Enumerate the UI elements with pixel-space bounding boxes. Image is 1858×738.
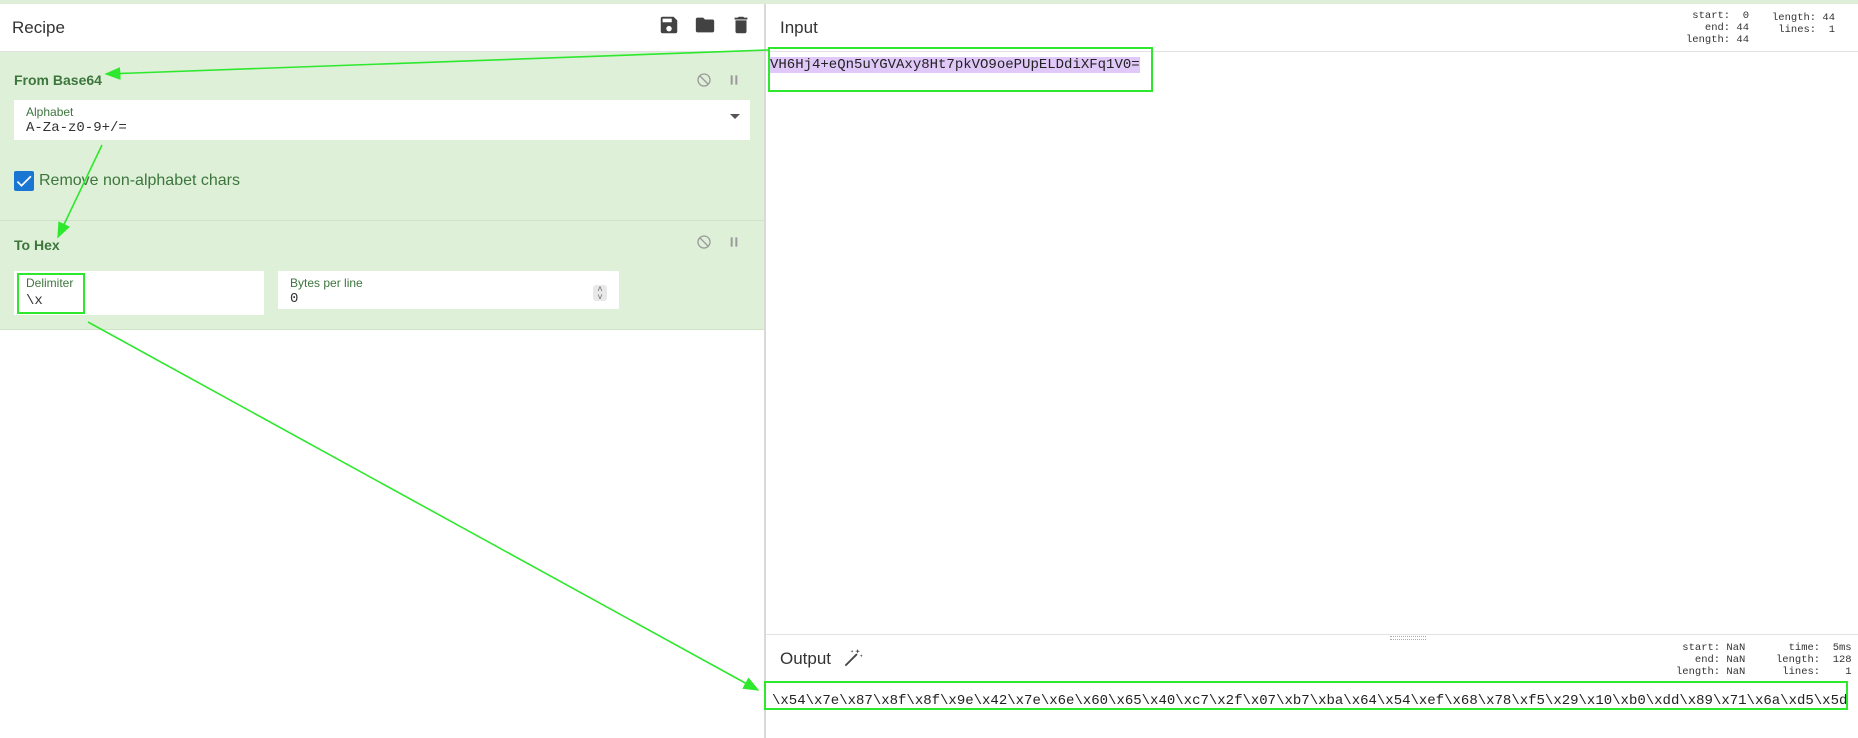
alphabet-select[interactable]: Alphabet A-Za-z0-9+/=	[14, 100, 750, 140]
output-highlight-box	[764, 681, 1848, 710]
dropdown-arrow-icon[interactable]	[730, 114, 740, 119]
operation-to-hex: To Hex Delimiter \x Bytes per line 0 ˄ ˅	[0, 221, 764, 330]
output-title: Output	[780, 649, 832, 668]
remove-non-alphabet-checkbox[interactable]	[14, 171, 34, 191]
output-stats-position: start: NaN end: NaN length: NaN	[1676, 642, 1746, 678]
recipe-title: Recipe	[12, 17, 65, 37]
folder-open-icon[interactable]	[694, 14, 716, 41]
disable-operation-icon[interactable]	[696, 72, 712, 93]
input-title: Input	[780, 17, 818, 37]
disable-operation-icon[interactable]	[696, 234, 712, 255]
recipe-pane: Recipe From Base64 Alphabet A-Za-z0-9+/=…	[0, 4, 766, 738]
alphabet-value: A-Za-z0-9+/=	[26, 120, 127, 136]
operation-title: From Base64	[14, 72, 102, 88]
magic-wand-icon[interactable]	[842, 647, 864, 674]
bytes-per-line-field[interactable]: Bytes per line 0 ˄ ˅	[278, 271, 619, 309]
number-spinner-icon[interactable]: ˄ ˅	[593, 285, 607, 302]
input-stats-length: length: 44 lines: 1	[1772, 12, 1836, 36]
output-stats-length: time: 5ms length: 128 lines: 1	[1776, 642, 1852, 678]
input-highlight-box	[768, 47, 1153, 92]
pause-icon[interactable]	[726, 234, 742, 255]
remove-non-alphabet-label: Remove non-alphabet chars	[39, 172, 241, 189]
checkmark-icon	[16, 175, 32, 187]
delimiter-highlight-box	[17, 273, 85, 314]
operation-from-base64: From Base64 Alphabet A-Za-z0-9+/= Remove…	[0, 52, 764, 221]
save-icon[interactable]	[658, 14, 680, 41]
operation-title: To Hex	[14, 237, 60, 253]
bytes-per-line-value: 0	[290, 291, 299, 307]
pause-icon[interactable]	[726, 72, 742, 93]
trash-icon[interactable]	[730, 14, 752, 41]
bytes-per-line-label: Bytes per line	[290, 276, 363, 290]
io-pane: Input start: 0 end: 44 length: 44 length…	[766, 4, 1858, 738]
alphabet-label: Alphabet	[26, 105, 74, 119]
recipe-header: Recipe	[0, 4, 764, 52]
input-stats-position: start: 0 end: 44 length: 44	[1686, 10, 1750, 46]
